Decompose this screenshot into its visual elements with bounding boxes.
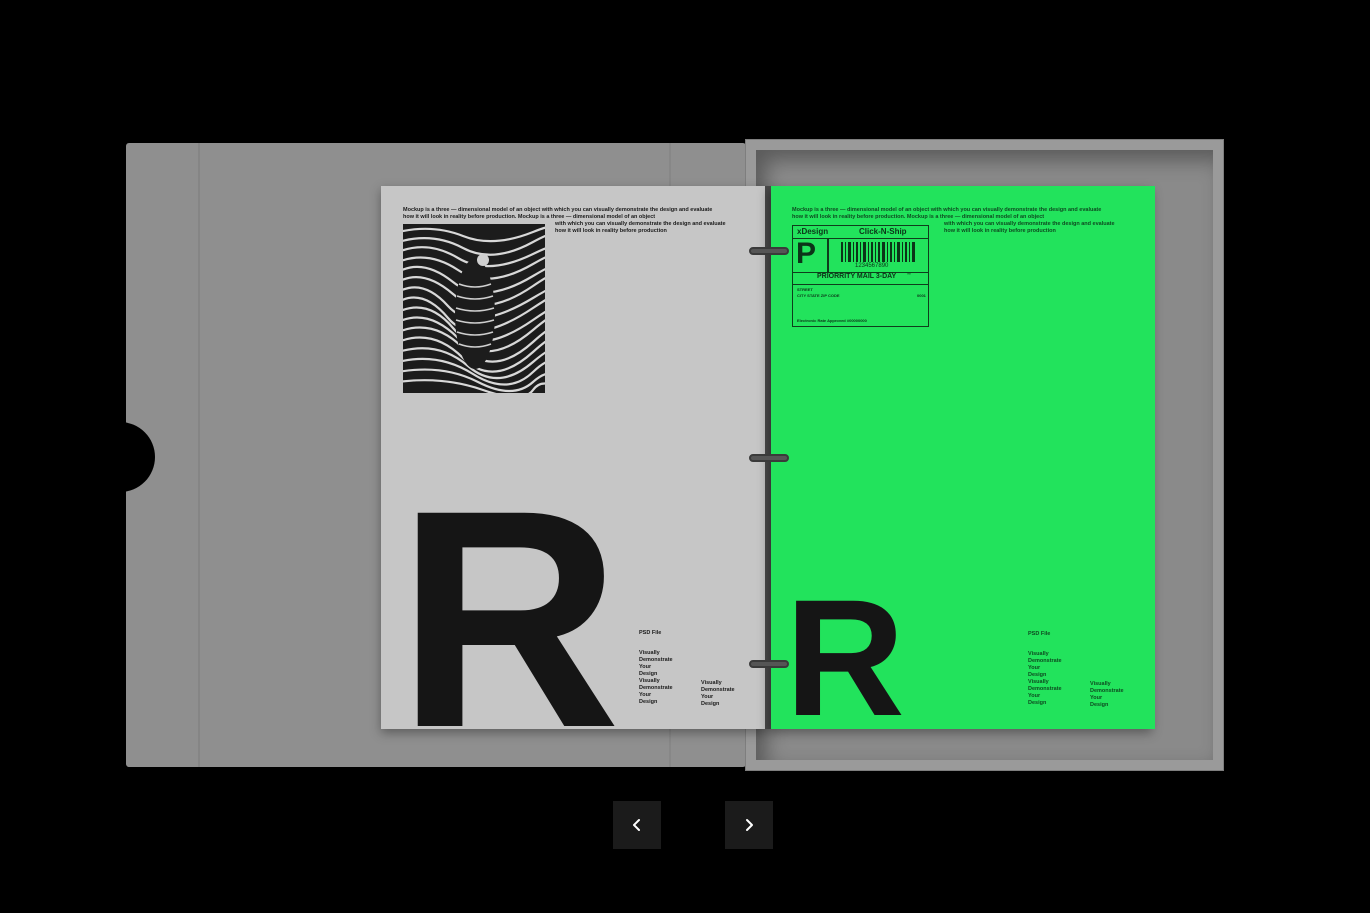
left-column-1: Visually Demonstrate Your Design Visually De… — [639, 650, 673, 705]
chevron-left-icon — [633, 819, 640, 831]
left-page: Mockup is a three — dimensional model of… — [381, 186, 766, 774]
label-priority: PRIORRITY MAIL 3-DAY — [817, 273, 897, 280]
right-psd-label: PSD File — [1028, 631, 1051, 637]
binder-ring-top — [749, 247, 789, 255]
left-column-2: Visually Demonstrate Your Design — [701, 680, 735, 707]
shipping-label: xDesign Click-N-Ship P 1234567890 PRIORR… — [792, 225, 929, 327]
label-footer: Electronic Rate Approved #00000000 — [797, 318, 867, 323]
label-service: Click-N-Ship — [859, 227, 907, 236]
wave-artwork-image — [403, 224, 545, 393]
right-page: Mockup is a three — dimensional model of… — [771, 186, 1155, 742]
label-brand: xDesign — [797, 227, 829, 236]
left-big-letter: R — [397, 445, 621, 792]
left-psd-label: PSD File — [639, 630, 662, 636]
prev-slide-button[interactable] — [613, 801, 661, 849]
barcode-icon — [841, 242, 915, 262]
right-big-letter: R — [785, 566, 905, 751]
barcode-number: 1234567890 — [855, 263, 889, 269]
label-address: STREET CITY STATE ZIP CODE — [797, 287, 840, 298]
label-code: 0001 — [917, 293, 926, 298]
chevron-right-icon — [746, 819, 753, 831]
folder-spine-line — [198, 143, 200, 767]
next-slide-button[interactable] — [725, 801, 773, 849]
label-big-p: P — [796, 237, 817, 270]
right-column-2: Visually Demonstrate Your Design — [1090, 681, 1124, 708]
right-column-1: Visually Demonstrate Your Design Visually De… — [1028, 651, 1062, 706]
binder-ring-middle — [749, 454, 789, 462]
label-tm: ™ — [906, 272, 911, 278]
binder-ring-bottom — [749, 660, 789, 668]
